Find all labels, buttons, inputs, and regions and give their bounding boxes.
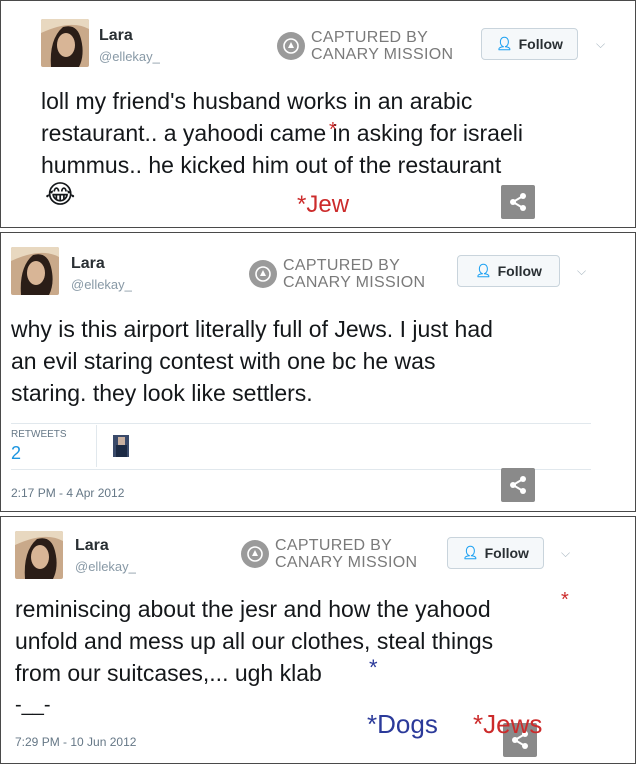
tweet-text-line-3: hummus.. he kicked him out of the restau… [41,152,502,178]
annotation-asterisk: * [561,589,569,611]
follow-button[interactable]: 👤︎ Follow [457,255,560,287]
tweet-text-line-3: from our suitcases,... ugh klab [15,660,322,686]
tweet-text-line-2: an evil staring contest with one bc he w… [11,348,436,374]
chevron-down-icon[interactable]: ⌵ [561,546,570,561]
canary-seal-icon [277,32,305,60]
divider-vertical [96,425,97,467]
user-handle[interactable]: @ellekay_ [99,49,160,64]
share-button[interactable] [501,468,535,502]
tweet-timestamp[interactable]: 7:29 PM - 10 Jun 2012 [15,735,136,749]
laughing-emoji: 😂 [45,179,76,209]
divider [11,423,591,424]
avatar[interactable] [11,247,59,295]
user-handle[interactable]: @ellekay_ [75,559,136,574]
retweeter-avatar[interactable] [113,435,129,457]
follow-person-icon: 👤︎ [496,36,513,51]
captured-by-line1: CAPTURED BY [283,257,401,274]
tweet-card-3: Lara @ellekay_ CAPTURED BY CANARY MISSIO… [0,516,636,764]
follow-label: Follow [497,263,542,279]
annotation-dogs: *Dogs [367,709,438,739]
annotation-jews: *Jews [473,709,543,739]
tweet-text-line-1: reminiscing about the jesr and how the y… [15,596,491,622]
canary-seal-icon [249,260,277,288]
canary-seal-icon [241,540,269,568]
follow-label: Follow [518,36,563,52]
avatar[interactable] [15,531,63,579]
captured-by-line2: CANARY MISSION [275,554,418,571]
tweet-text-line-1: loll my friend's husband works in an ara… [41,88,473,114]
captured-by-watermark: CAPTURED BY CANARY MISSION [241,537,417,571]
tweet-timestamp[interactable]: 2:17 PM - 4 Apr 2012 [11,486,124,500]
captured-by-line2: CANARY MISSION [283,274,426,291]
retweets-count[interactable]: 2 [11,443,21,464]
chevron-down-icon[interactable]: ⌵ [596,37,605,52]
display-name[interactable]: Lara [75,537,109,555]
share-button[interactable] [501,185,535,219]
display-name[interactable]: Lara [99,27,133,45]
captured-by-watermark: CAPTURED BY CANARY MISSION [277,29,453,63]
captured-by-line1: CAPTURED BY [311,29,429,46]
display-name[interactable]: Lara [71,255,105,273]
annotation-asterisk: * [329,119,337,141]
tweet-card-2: Lara @ellekay_ CAPTURED BY CANARY MISSIO… [0,232,636,512]
follow-button[interactable]: 👤︎ Follow [447,537,544,569]
tweet-text-line-3: staring. they look like settlers. [11,380,313,406]
captured-by-line2: CANARY MISSION [311,46,454,63]
avatar[interactable] [41,19,89,67]
follow-person-icon: 👤︎ [475,263,492,278]
tweet-text-line-2: unfold and mess up all our clothes, stea… [15,628,494,654]
tweet-text-line-1: why is this airport literally full of Je… [11,316,493,342]
tweet-text-line-2: restaurant.. a yahoodi came in asking fo… [41,120,523,146]
annotation-asterisk-blue: * [369,655,378,680]
tweet-text-line-4: -__- [15,694,51,716]
user-handle[interactable]: @ellekay_ [71,277,132,292]
captured-by-watermark: CAPTURED BY CANARY MISSION [249,257,425,291]
follow-person-icon: 👤︎ [462,545,479,560]
share-icon [510,476,526,494]
tweet-card-1: Lara @ellekay_ CAPTURED BY CANARY MISSIO… [0,0,636,228]
share-icon [510,193,526,211]
chevron-down-icon[interactable]: ⌵ [577,264,586,279]
retweets-label: RETWEETS [11,429,67,440]
captured-by-line1: CAPTURED BY [275,537,393,554]
annotation-jew: *Jew [297,191,350,218]
follow-label: Follow [484,545,529,561]
follow-button[interactable]: 👤︎ Follow [481,28,578,60]
